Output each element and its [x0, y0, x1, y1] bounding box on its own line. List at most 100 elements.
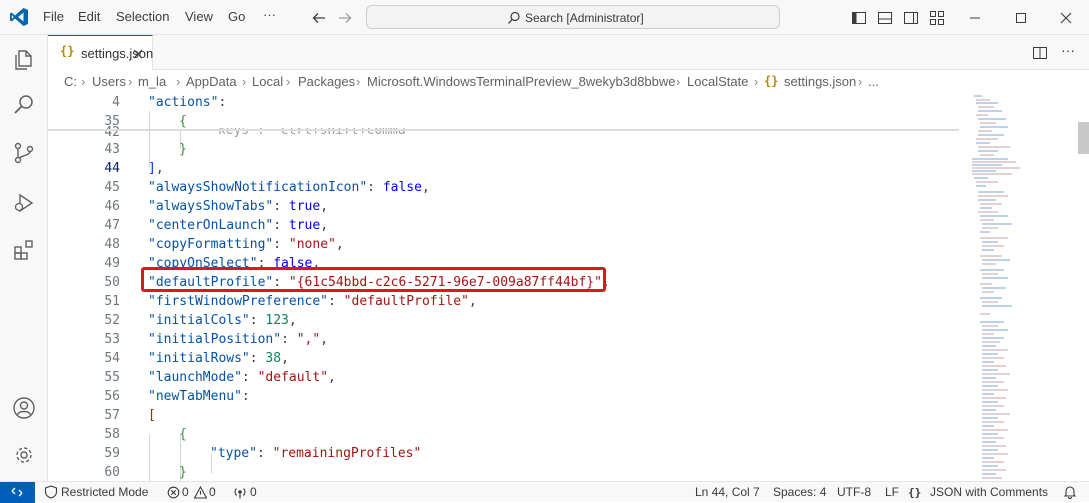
toggle-sidebar-icon[interactable]: [851, 10, 867, 26]
line-number: 43: [104, 142, 120, 157]
line-number: 46: [104, 199, 120, 214]
tab-settings-json[interactable]: {} settings.json: [48, 35, 153, 70]
active-line-number: 44: [104, 161, 120, 176]
vscode-logo-icon: [10, 8, 28, 26]
menu-view[interactable]: View: [185, 9, 213, 24]
line-number: 57: [104, 408, 120, 423]
error-count[interactable]: 0: [182, 485, 189, 499]
breadcrumb-users[interactable]: Users: [92, 74, 126, 89]
line-number: 48: [104, 237, 120, 252]
menu-edit[interactable]: Edit: [78, 9, 100, 24]
code-line: "type": "remainingProfiles": [210, 446, 422, 461]
breadcrumb-package[interactable]: Microsoft.WindowsTerminalPreview_8wekyb3…: [367, 74, 676, 89]
code-line: "initialCols": 123,: [148, 313, 297, 328]
line-number: 59: [104, 446, 120, 461]
breadcrumb-separator: ›: [176, 74, 181, 89]
arrow-left-icon[interactable]: [311, 10, 327, 26]
indent-guide: [149, 111, 150, 168]
line-number: 53: [104, 332, 120, 347]
breadcrumb-localstate[interactable]: LocalState: [687, 74, 748, 89]
json-file-icon: {}: [60, 44, 75, 58]
indentation[interactable]: Spaces: 4: [773, 485, 826, 499]
code-line: "firstWindowPreference": "defaultProfile…: [148, 294, 477, 309]
end-of-line[interactable]: LF: [885, 485, 899, 499]
warning-count[interactable]: 0: [209, 485, 216, 499]
remote-icon: [11, 487, 23, 497]
breadcrumb-separator: ›: [128, 74, 133, 89]
breadcrumb-separator: ›: [858, 74, 863, 89]
line-number: 49: [104, 256, 120, 271]
warning-icon: [194, 486, 207, 499]
scrollbar-thumb[interactable]: [1078, 122, 1089, 154]
editor-tab-bar: {} settings.json ···: [48, 35, 1089, 70]
code-line: "initialPosition": ",",: [148, 332, 329, 347]
more-actions-icon[interactable]: ···: [1061, 42, 1075, 58]
code-line: "centerOnLaunch": true,: [148, 218, 329, 233]
breadcrumb-separator: ›: [676, 74, 681, 89]
maximize-icon[interactable]: [1013, 10, 1029, 26]
indent-guide: [149, 435, 150, 481]
line-number: 4: [112, 95, 120, 110]
menu-go[interactable]: Go: [228, 9, 245, 24]
line-number: 42: [104, 125, 120, 140]
search-view-icon[interactable]: [12, 93, 36, 117]
code-line: {: [179, 114, 187, 129]
source-control-icon[interactable]: [12, 141, 36, 165]
line-number: 47: [104, 218, 120, 233]
breadcrumb: C: › Users › m_la › AppData › Local › Pa…: [48, 70, 1089, 92]
close-icon[interactable]: [1058, 10, 1074, 26]
cursor-position[interactable]: Ln 44, Col 7: [695, 485, 760, 499]
breadcrumb-user[interactable]: m_la: [138, 74, 166, 89]
sticky-scroll-divider: [48, 129, 959, 131]
breadcrumb-separator: ›: [754, 74, 759, 89]
breadcrumb-drive[interactable]: C:: [64, 74, 77, 89]
breadcrumb-symbol[interactable]: ...: [868, 74, 879, 89]
search-icon: [508, 11, 520, 24]
line-number: 51: [104, 294, 120, 309]
split-editor-icon[interactable]: [1032, 45, 1048, 61]
search-placeholder: Search [Administrator]: [525, 11, 644, 25]
breadcrumb-separator: ›: [356, 74, 361, 89]
breadcrumb-separator: ›: [242, 74, 247, 89]
accounts-icon[interactable]: [12, 396, 36, 420]
bell-icon[interactable]: [1063, 485, 1077, 499]
run-debug-icon[interactable]: [12, 191, 36, 215]
menu-more[interactable]: ···: [263, 7, 276, 22]
code-line: "newTabMenu":: [148, 389, 250, 404]
breadcrumb-appdata[interactable]: AppData: [186, 74, 237, 89]
breadcrumb-file[interactable]: settings.json: [784, 74, 856, 89]
minimap[interactable]: [968, 92, 1068, 481]
toggle-secondary-sidebar-icon[interactable]: [903, 10, 919, 26]
explorer-icon[interactable]: [12, 48, 36, 72]
customize-layout-icon[interactable]: [929, 10, 945, 26]
toggle-panel-icon[interactable]: [877, 10, 893, 26]
encoding[interactable]: UTF-8: [837, 485, 871, 499]
ports-count[interactable]: 0: [250, 485, 257, 499]
activity-bar: [0, 35, 48, 481]
language-mode[interactable]: JSON with Comments: [930, 485, 1048, 499]
breadcrumb-packages[interactable]: Packages: [298, 74, 355, 89]
breadcrumb-local[interactable]: Local: [252, 74, 283, 89]
code-line: }: [179, 142, 187, 157]
editor[interactable]: 4 35 42 43 44 45 46 47 48 49 50 51 52 53…: [48, 92, 1089, 481]
line-number: 60: [104, 465, 120, 480]
code-line: }: [179, 465, 187, 480]
breadcrumb-separator: ›: [81, 74, 86, 89]
menu-file[interactable]: File: [43, 9, 64, 24]
close-tab-icon[interactable]: [131, 47, 145, 61]
arrow-right-icon[interactable]: [337, 10, 353, 26]
breadcrumb-separator: ›: [286, 74, 291, 89]
line-number: 55: [104, 370, 120, 385]
code-line: "alwaysShowNotificationIcon": false,: [148, 180, 430, 195]
minimize-icon[interactable]: [967, 10, 983, 26]
manage-gear-icon[interactable]: [12, 443, 36, 467]
line-number: 45: [104, 180, 120, 195]
code-line: "copyFormatting": "none",: [148, 237, 344, 252]
extensions-icon[interactable]: [12, 238, 36, 262]
status-bar: Restricted Mode 0 0 0 Ln 44, Col 7 Space…: [0, 481, 1089, 503]
command-center-search[interactable]: Search [Administrator]: [366, 5, 780, 29]
remote-indicator[interactable]: [0, 482, 35, 503]
menu-selection[interactable]: Selection: [116, 9, 169, 24]
restricted-mode-status[interactable]: Restricted Mode: [61, 485, 148, 499]
vertical-scrollbar[interactable]: [1078, 92, 1089, 481]
